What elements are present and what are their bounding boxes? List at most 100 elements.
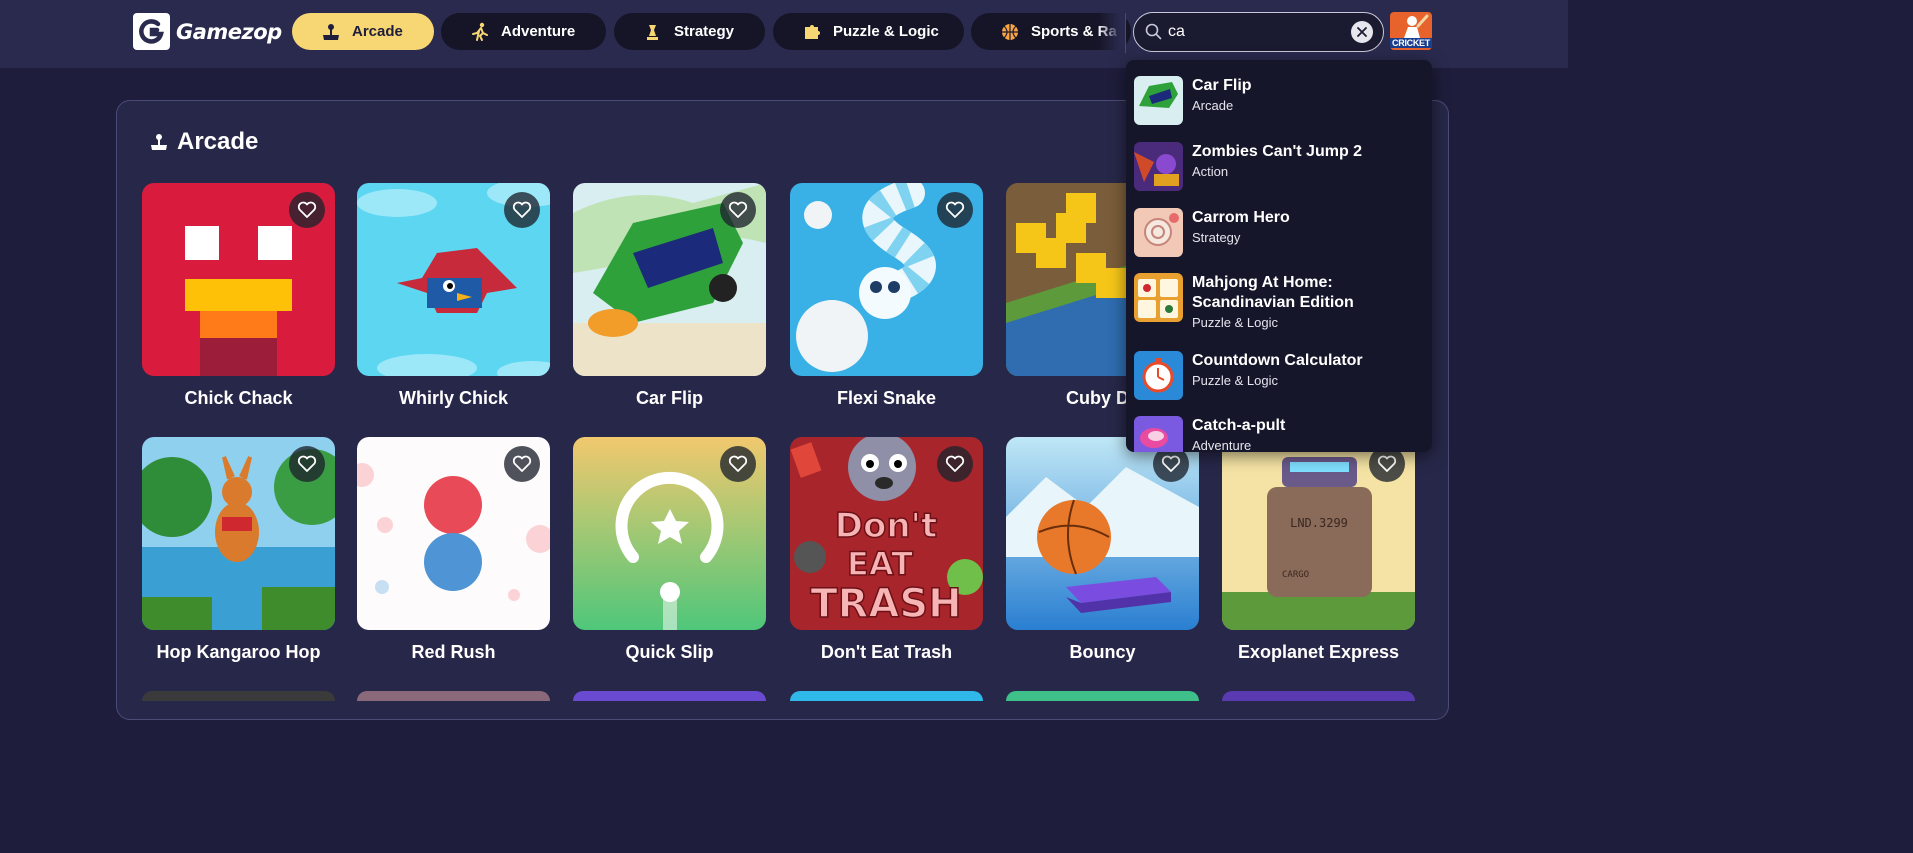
close-icon [1357, 27, 1367, 37]
heart-icon [512, 455, 532, 472]
search-results-dropdown: Car Flip Arcade Zombies Can't Jump 2 Act… [1126, 60, 1432, 452]
tab-adventure-label: Adventure [501, 23, 576, 40]
game-title: Red Rush [411, 642, 496, 662]
game-thumbnail [142, 437, 335, 630]
search-result-item[interactable]: Car Flip Arcade [1134, 76, 1424, 125]
heart-icon [728, 455, 748, 472]
result-thumbnail [1134, 416, 1183, 452]
game-card-flexi-snake[interactable]: Flexi Snake [790, 183, 983, 409]
heart-icon [728, 201, 748, 218]
chess-icon [642, 21, 664, 43]
game-card-partial[interactable] [142, 691, 335, 701]
cricket-button[interactable]: CRICKET [1390, 12, 1432, 50]
result-category: Arcade [1192, 98, 1234, 113]
clear-search-button[interactable] [1351, 21, 1373, 43]
result-category: Puzzle & Logic [1192, 315, 1278, 330]
exo-art-plate: LND.3299 [1290, 516, 1348, 530]
search-result-item[interactable]: Countdown Calculator Puzzle & Logic [1134, 351, 1424, 400]
exo-art-stamp: CARGO [1282, 570, 1309, 580]
game-thumbnail [790, 183, 983, 376]
tab-strategy-label: Strategy [674, 23, 735, 40]
gamezop-logo[interactable]: Gamezop [133, 13, 282, 50]
game-thumbnail [1006, 437, 1199, 630]
nav-fade [1098, 10, 1126, 54]
favorite-button[interactable] [504, 192, 540, 228]
heart-icon [945, 201, 965, 218]
brand-name: Gamezop [176, 19, 282, 44]
game-card-partial[interactable] [1222, 691, 1415, 701]
result-thumbnail [1134, 208, 1183, 257]
game-title: Whirly Chick [398, 388, 509, 408]
game-card-partial[interactable] [790, 691, 983, 701]
tab-puzzle-logic[interactable]: Puzzle & Logic [773, 13, 964, 50]
result-name: Countdown Calculator [1192, 352, 1363, 369]
section-title: Arcade [149, 128, 258, 156]
tab-strategy[interactable]: Strategy [614, 13, 765, 50]
favorite-button[interactable] [289, 446, 325, 482]
heart-icon [945, 455, 965, 472]
game-title: Bouncy [1069, 642, 1136, 662]
game-card-exoplanet-express[interactable]: LND.3299 CARGO Exoplanet Express [1222, 437, 1415, 663]
game-title: Quick Slip [625, 642, 714, 662]
game-card-partial[interactable] [1006, 691, 1199, 701]
game-card-bouncy[interactable]: Bouncy [1006, 437, 1199, 663]
game-card-hop-kangaroo-hop[interactable]: Hop Kangaroo Hop [142, 437, 335, 663]
game-card-partial[interactable] [357, 691, 550, 701]
favorite-button[interactable] [720, 192, 756, 228]
result-thumbnail [1134, 76, 1183, 125]
running-man-icon [469, 21, 491, 43]
heart-icon [1161, 455, 1181, 472]
game-thumbnail [142, 183, 335, 376]
game-thumbnail [573, 437, 766, 630]
game-card-red-rush[interactable]: Red Rush [357, 437, 550, 663]
favorite-button[interactable] [289, 192, 325, 228]
gamezop-logo-icon [133, 13, 170, 50]
favorite-button[interactable] [504, 446, 540, 482]
joystick-icon [320, 21, 342, 43]
result-name: Zombies Can't Jump 2 [1192, 143, 1363, 160]
game-card-quick-slip[interactable]: Quick Slip [573, 437, 766, 663]
result-name: Car Flip [1192, 77, 1252, 94]
game-title: Exoplanet Express [1237, 642, 1400, 662]
search-result-item[interactable]: Catch-a-pult Adventure [1134, 416, 1424, 452]
game-card-chick-chack[interactable]: Chick Chack [142, 183, 335, 409]
tab-adventure[interactable]: Adventure [441, 13, 606, 50]
game-card-dont-eat-trash[interactable]: Don't EAT TRASH Don't Eat Trash [790, 437, 983, 663]
joystick-icon [151, 134, 167, 150]
trash-art-line1: Don't [835, 506, 937, 546]
game-thumbnail [573, 183, 766, 376]
heart-icon [1377, 455, 1397, 472]
search-result-item[interactable]: Mahjong At Home: Scandinavian Edition Pu… [1134, 273, 1424, 330]
result-thumbnail [1134, 351, 1183, 400]
puzzle-piece-icon [801, 21, 823, 43]
game-thumbnail: Don't EAT TRASH [790, 437, 983, 630]
game-title: Flexi Snake [836, 388, 937, 408]
basketball-icon [999, 21, 1021, 43]
result-thumbnail [1134, 142, 1183, 191]
heart-icon [297, 455, 317, 472]
game-card-car-flip[interactable]: Car Flip [573, 183, 766, 409]
game-card-whirly-chick[interactable]: Whirly Chick [357, 183, 550, 409]
game-title: Hop Kangaroo Hop [156, 642, 321, 662]
result-category: Action [1192, 164, 1229, 179]
tab-puzzle-logic-label: Puzzle & Logic [833, 23, 939, 40]
favorite-button[interactable] [937, 446, 973, 482]
cricket-label: CRICKET [1390, 38, 1432, 48]
game-thumbnail: LND.3299 CARGO [1222, 437, 1415, 630]
game-title: Don't Eat Trash [820, 642, 953, 662]
search-result-item[interactable]: Carrom Hero Strategy [1134, 208, 1424, 257]
search-input[interactable] [1168, 21, 1338, 43]
favorite-button[interactable] [937, 192, 973, 228]
search-result-item[interactable]: Zombies Can't Jump 2 Action [1134, 142, 1424, 191]
game-card-partial[interactable] [573, 691, 766, 701]
result-category: Adventure [1192, 438, 1252, 452]
game-title: Chick Chack [184, 388, 293, 408]
search-box[interactable] [1133, 12, 1384, 52]
trash-art-line2: EAT [847, 545, 913, 583]
result-category: Strategy [1192, 230, 1241, 245]
game-thumbnail [357, 437, 550, 630]
favorite-button[interactable] [720, 446, 756, 482]
result-name: Catch-a-pult [1192, 417, 1286, 434]
tab-arcade[interactable]: Arcade [292, 13, 434, 50]
search-icon [1145, 23, 1162, 45]
